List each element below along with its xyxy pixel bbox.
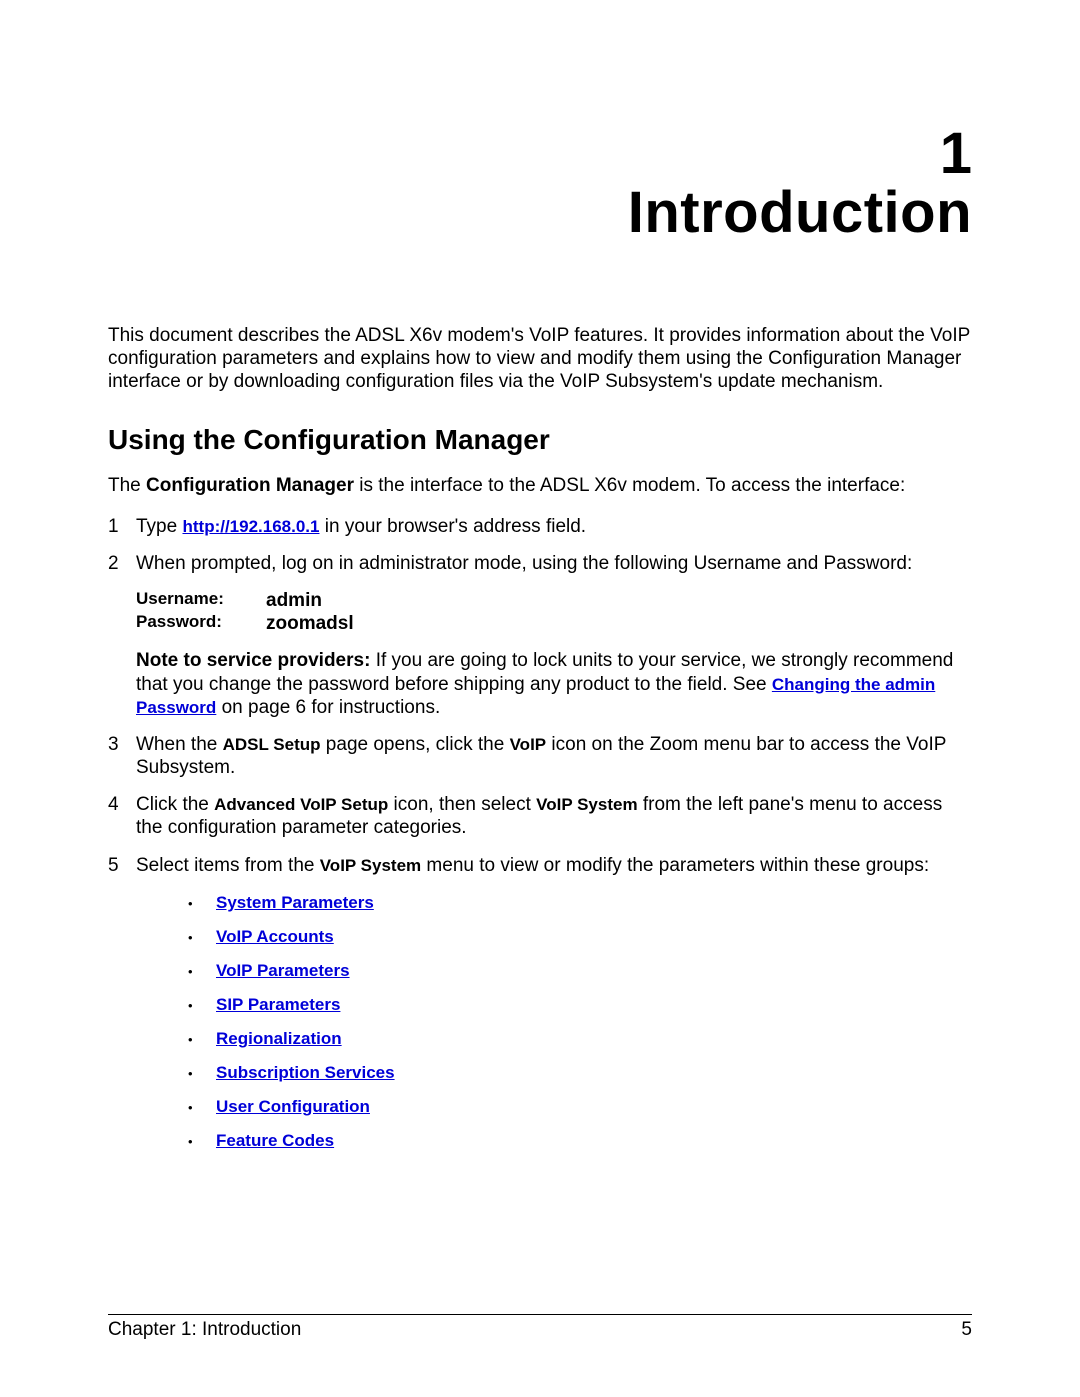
text: is the interface to the ADSL X6v modem. … [354, 475, 905, 496]
step-number: 5 [108, 854, 136, 877]
regionalization-link[interactable]: Regionalization [216, 1029, 342, 1050]
intro-paragraph: This document describes the ADSL X6v mod… [108, 324, 972, 394]
username-label: Username: [136, 589, 266, 612]
voip-parameters-link[interactable]: VoIP Parameters [216, 961, 350, 982]
step-body: Type http://192.168.0.1 in your browser'… [136, 515, 972, 538]
footer-chapter-label: Chapter 1: Introduction [108, 1319, 301, 1341]
text: on page 6 for instructions. [216, 697, 440, 718]
list-item: •Regionalization [188, 1029, 972, 1051]
step-body: Click the Advanced VoIP Setup icon, then… [136, 793, 972, 839]
section-intro: The Configuration Manager is the interfa… [108, 474, 972, 497]
list-item: •SIP Parameters [188, 995, 972, 1017]
sip-parameters-link[interactable]: SIP Parameters [216, 995, 340, 1016]
text: Select items from the [136, 855, 320, 876]
credentials-block: Username: admin Password: zoomadsl [136, 589, 972, 635]
text: When the [136, 734, 223, 755]
list-item: •System Parameters [188, 893, 972, 915]
subscription-services-link[interactable]: Subscription Services [216, 1063, 395, 1084]
username-row: Username: admin [136, 589, 972, 612]
text: page opens, click the [321, 734, 510, 755]
list-item: •Feature Codes [188, 1131, 972, 1153]
list-item: •VoIP Accounts [188, 927, 972, 949]
password-label: Password: [136, 612, 266, 635]
page-number: 5 [961, 1319, 972, 1341]
user-configuration-link[interactable]: User Configuration [216, 1097, 370, 1118]
text: menu to view or modify the parameters wi… [421, 855, 929, 876]
step-5: 5 Select items from the VoIP System menu… [108, 854, 972, 1165]
bullet-icon: • [188, 1029, 216, 1051]
step-1: 1 Type http://192.168.0.1 in your browse… [108, 515, 972, 538]
text: in your browser's address field. [320, 516, 587, 537]
section-heading: Using the Configuration Manager [108, 424, 972, 456]
step-body: When prompted, log on in administrator m… [136, 552, 972, 719]
text: Type [136, 516, 182, 537]
adsl-setup-bold: ADSL Setup [223, 735, 321, 754]
step-number: 2 [108, 552, 136, 575]
page-footer: Chapter 1: Introduction 5 [108, 1314, 972, 1341]
bullet-icon: • [188, 1131, 216, 1153]
chapter-number: 1 [108, 120, 972, 187]
username-value: admin [266, 589, 322, 612]
bullet-icon: • [188, 1063, 216, 1085]
step-number: 4 [108, 793, 136, 816]
voip-accounts-link[interactable]: VoIP Accounts [216, 927, 334, 948]
bullet-icon: • [188, 927, 216, 949]
bullet-icon: • [188, 995, 216, 1017]
text: When prompted, log on in administrator m… [136, 552, 972, 575]
step-4: 4 Click the Advanced VoIP Setup icon, th… [108, 793, 972, 839]
service-provider-note: Note to service providers: If you are go… [136, 649, 972, 719]
step-number: 1 [108, 515, 136, 538]
password-row: Password: zoomadsl [136, 612, 972, 635]
list-item: •VoIP Parameters [188, 961, 972, 983]
bullet-icon: • [188, 893, 216, 915]
feature-codes-link[interactable]: Feature Codes [216, 1131, 334, 1152]
bullet-icon: • [188, 961, 216, 983]
config-manager-bold: Configuration Manager [146, 475, 354, 496]
note-bold: Note to service providers: [136, 650, 370, 671]
footer-rule [108, 1314, 972, 1315]
bullet-icon: • [188, 1097, 216, 1119]
step-body: Select items from the VoIP System menu t… [136, 854, 972, 1165]
chapter-title: Introduction [108, 179, 972, 246]
voip-system-bold: VoIP System [320, 856, 421, 875]
list-item: •User Configuration [188, 1097, 972, 1119]
page: 1 Introduction This document describes t… [0, 0, 1080, 1397]
text: icon, then select [388, 794, 536, 815]
step-body: When the ADSL Setup page opens, click th… [136, 733, 972, 779]
steps-list: 1 Type http://192.168.0.1 in your browse… [108, 515, 972, 1165]
step-number: 3 [108, 733, 136, 756]
text: The [108, 475, 146, 496]
system-parameters-link[interactable]: System Parameters [216, 893, 374, 914]
text: Click the [136, 794, 214, 815]
parameter-bullet-list: •System Parameters •VoIP Accounts •VoIP … [136, 893, 972, 1153]
list-item: •Subscription Services [188, 1063, 972, 1085]
voip-bold: VoIP [510, 735, 547, 754]
voip-system-bold: VoIP System [536, 795, 637, 814]
modem-url-link[interactable]: http://192.168.0.1 [182, 517, 319, 536]
password-value: zoomadsl [266, 612, 354, 635]
step-3: 3 When the ADSL Setup page opens, click … [108, 733, 972, 779]
advanced-voip-bold: Advanced VoIP Setup [214, 795, 388, 814]
step-2: 2 When prompted, log on in administrator… [108, 552, 972, 719]
